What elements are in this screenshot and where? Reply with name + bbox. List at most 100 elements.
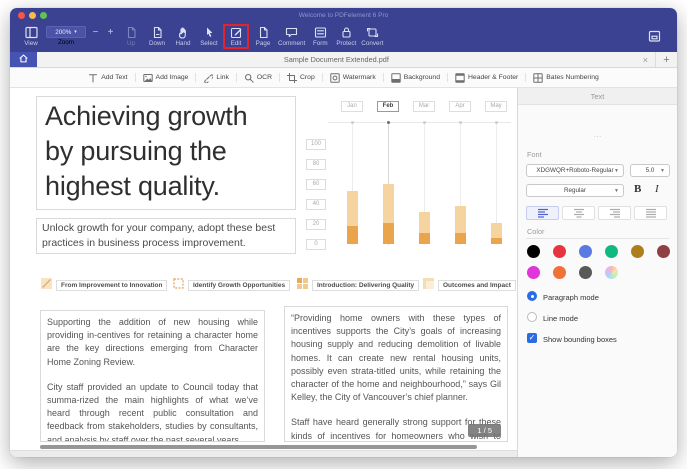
- left-column-textbox[interactable]: Supporting the addition of new housing w…: [40, 310, 265, 442]
- ocr-icon: [244, 73, 254, 83]
- ocr-button[interactable]: OCR: [237, 73, 279, 83]
- page-button[interactable]: Page: [250, 26, 276, 47]
- month-label[interactable]: Mar: [413, 101, 435, 112]
- maximize-window-button[interactable]: [40, 12, 47, 19]
- home-icon: [18, 51, 29, 69]
- close-window-button[interactable]: [18, 12, 25, 19]
- zoom-dropdown[interactable]: 200% ▾: [46, 26, 86, 38]
- divider: [526, 238, 669, 239]
- chevron-down-icon: ▼: [660, 168, 665, 174]
- tag-label[interactable]: Identify Growth Opportunities: [188, 280, 290, 291]
- select-button[interactable]: Select: [196, 26, 222, 47]
- color-swatch[interactable]: [579, 245, 592, 258]
- color-swatch[interactable]: [579, 266, 592, 279]
- edit-button[interactable]: Edit: [223, 24, 249, 49]
- collapsed-ellipsis: ⋯: [518, 132, 677, 141]
- y-axis-tick[interactable]: 80: [306, 159, 326, 170]
- bar-base: [455, 233, 466, 244]
- subheading-textbox[interactable]: Unlock growth for your company, adopt th…: [36, 218, 296, 254]
- heading-textbox[interactable]: Achieving growth by pursuing the highest…: [36, 96, 296, 210]
- zoom-in-button[interactable]: +: [103, 27, 118, 45]
- horizontal-scrollbar[interactable]: [40, 445, 477, 449]
- chevron-down-icon: ▾: [74, 29, 77, 35]
- minimize-window-button[interactable]: [29, 12, 36, 19]
- comment-button[interactable]: Comment: [276, 26, 307, 47]
- right-column-textbox[interactable]: “Providing home owners with these types …: [284, 306, 508, 442]
- color-swatch[interactable]: [527, 245, 540, 258]
- y-axis-tick[interactable]: 0: [306, 239, 326, 250]
- convert-button[interactable]: Convert: [359, 26, 385, 47]
- down-button[interactable]: Down: [144, 26, 170, 47]
- month-label[interactable]: Apr: [449, 101, 471, 112]
- paragraph: City staff provided an update to Council…: [47, 381, 258, 442]
- font-size-dropdown[interactable]: 5.0 ▼: [630, 164, 670, 177]
- tab-close-button[interactable]: ×: [636, 55, 655, 65]
- hand-button[interactable]: Hand: [170, 26, 196, 47]
- font-style-dropdown[interactable]: Regular ▼: [526, 184, 624, 197]
- addtext-button[interactable]: Add Text: [81, 73, 134, 83]
- color-swatch-rainbow[interactable]: [605, 266, 618, 279]
- home-button[interactable]: [10, 52, 37, 67]
- chevron-down-icon: ▼: [614, 168, 619, 174]
- chart-axis-dot: [351, 121, 354, 124]
- tag-label[interactable]: Introduction: Delivering Quality: [312, 280, 419, 291]
- color-swatch[interactable]: [657, 245, 670, 258]
- watermark-button[interactable]: Watermark: [323, 73, 383, 83]
- italic-button[interactable]: I: [655, 183, 659, 195]
- color-swatch[interactable]: [553, 245, 566, 258]
- month-label[interactable]: May: [485, 101, 507, 112]
- page-label: Page: [256, 40, 271, 47]
- zoom-out-button[interactable]: −: [88, 27, 103, 45]
- tab-title[interactable]: Sample Document Extended.pdf: [37, 55, 636, 64]
- month-label[interactable]: Feb: [377, 101, 399, 112]
- bates-button[interactable]: Bates Numbering: [526, 73, 606, 83]
- align-center-button[interactable]: [562, 206, 595, 220]
- addtext-icon: [88, 73, 98, 83]
- protect-button[interactable]: Protect: [333, 26, 359, 47]
- line-mode-radio[interactable]: [527, 312, 537, 322]
- paragraph-mode-label: Paragraph mode: [543, 293, 599, 302]
- crop-label: Crop: [300, 74, 315, 81]
- y-axis-tick[interactable]: 60: [306, 179, 326, 190]
- y-axis-tick[interactable]: 20: [306, 219, 326, 230]
- panel-toggle-button[interactable]: [641, 30, 667, 43]
- y-axis-tick[interactable]: 100: [306, 139, 326, 150]
- tag-label[interactable]: Outcomes and Impact: [438, 280, 516, 291]
- chart-axis-dot: [423, 121, 426, 124]
- view-icon: [25, 26, 38, 39]
- line-mode-label: Line mode: [543, 314, 578, 323]
- link-icon: [203, 73, 213, 83]
- color-swatch[interactable]: [605, 245, 618, 258]
- headerfooter-button[interactable]: Header & Footer: [448, 73, 525, 83]
- hand-label: Hand: [175, 40, 190, 47]
- crop-button[interactable]: Crop: [280, 73, 322, 83]
- month-label[interactable]: Jan: [341, 101, 363, 112]
- addimage-label: Add Image: [156, 74, 189, 81]
- bar-base: [419, 233, 430, 244]
- show-bounding-boxes-checkbox[interactable]: ✓: [527, 333, 537, 343]
- edit-icon: [230, 26, 243, 39]
- view-button[interactable]: View: [18, 26, 44, 47]
- protect-icon: [340, 26, 353, 39]
- font-family-dropdown[interactable]: XDGWQR+Roboto-Regular ▼: [526, 164, 624, 177]
- up-button[interactable]: Up: [118, 26, 144, 47]
- ocr-label: OCR: [257, 74, 272, 81]
- y-axis-tick[interactable]: 40: [306, 199, 326, 210]
- align-right-button[interactable]: [598, 206, 631, 220]
- align-justify-button[interactable]: [634, 206, 667, 220]
- hand-icon: [177, 26, 190, 39]
- addimage-button[interactable]: Add Image: [136, 73, 196, 83]
- tag-label[interactable]: From Improvement to Innovation: [56, 280, 167, 291]
- form-button[interactable]: Form: [307, 26, 333, 47]
- new-tab-button[interactable]: +: [655, 52, 677, 67]
- paragraph-mode-radio[interactable]: [527, 291, 537, 301]
- headerfooter-label: Header & Footer: [468, 74, 518, 81]
- color-swatch[interactable]: [527, 266, 540, 279]
- link-button[interactable]: Link: [196, 73, 235, 83]
- background-button[interactable]: Background: [384, 73, 447, 83]
- bold-button[interactable]: B: [634, 183, 641, 195]
- chart-axis-dot: [387, 121, 390, 124]
- align-left-button[interactable]: [526, 206, 559, 220]
- color-swatch[interactable]: [631, 245, 644, 258]
- color-swatch[interactable]: [553, 266, 566, 279]
